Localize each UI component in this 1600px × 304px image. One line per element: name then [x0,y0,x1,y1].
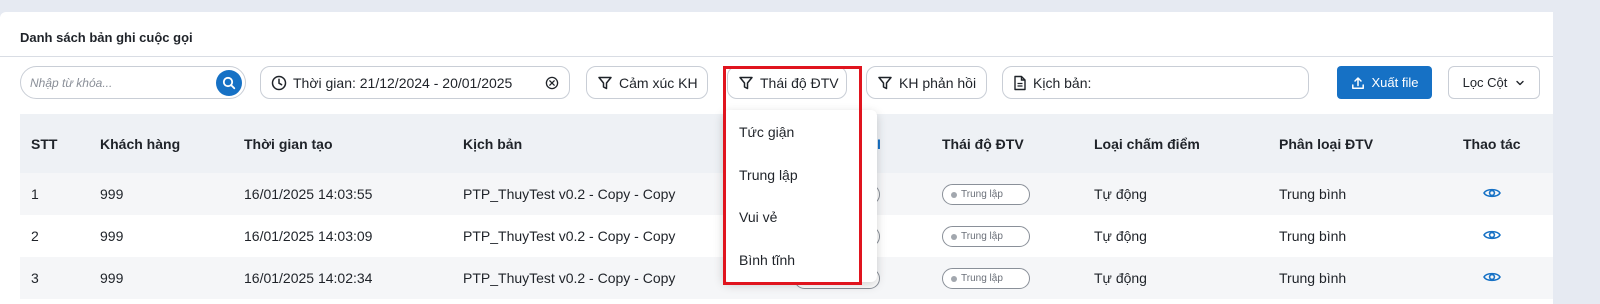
header-customer: Khách hàng [100,135,181,152]
cell-classification: Trung bình [1279,186,1347,202]
attitude-filter[interactable]: Thái độ ĐTV [727,66,847,99]
eye-icon[interactable] [1483,186,1501,200]
attitude-tag-label: Trung lập [961,273,1003,284]
attitude-tag: Trung lập [942,226,1030,247]
header-created: Thời gian tạo [244,135,333,152]
clock-icon [271,75,287,90]
cell-customer: 999 [100,270,124,286]
header-scoring: Loại chấm điểm [1094,135,1200,152]
time-filter-label: Thời gian: 21/12/2024 - 20/01/2025 [293,74,513,91]
cell-customer: 999 [100,228,124,244]
cell-script: PTP_ThuyTest v0.2 - Copy - Copy [463,228,676,244]
search-input[interactable] [30,74,200,92]
document-icon [1014,75,1026,90]
feedback-filter-label: KH phản hồi [899,74,977,91]
column-filter-label: Lọc Cột [1462,75,1508,90]
chevron-down-icon [1516,80,1525,85]
header-stt: STT [31,135,58,152]
attitude-tag-label: Trung lập [961,231,1003,242]
cell-script: PTP_ThuyTest v0.2 - Copy - Copy [463,186,676,202]
header-actions: Thao tác [1463,135,1521,152]
dropdown-option-angry[interactable]: Tức giận [739,124,794,140]
cell-stt: 3 [31,270,39,286]
attitude-tag-label: Trung lập [961,189,1003,200]
header-classification: Phân loại ĐTV [1279,135,1374,152]
status-dot [951,233,957,240]
clear-icon[interactable] [545,76,559,90]
export-file-label: Xuất file [1371,75,1419,90]
cell-classification: Trung bình [1279,270,1347,286]
dropdown-option-neutral[interactable]: Trung lập [739,167,798,183]
attitude-dropdown-menu: Tức giận Trung lập Vui vẻ Bình tĩnh [723,110,877,282]
cell-customer: 999 [100,186,124,202]
cell-stt: 2 [31,228,39,244]
export-file-button[interactable]: Xuất file [1337,66,1432,99]
search-box [20,66,246,99]
title-divider [0,56,1553,57]
search-button[interactable] [216,70,242,96]
eye-icon[interactable] [1483,270,1501,284]
filter-icon [598,76,612,89]
upload-icon [1351,76,1364,89]
cell-scoring: Tự động [1094,186,1147,202]
search-icon [222,76,236,90]
dropdown-option-happy[interactable]: Vui vẻ [739,209,777,225]
cell-script: PTP_ThuyTest v0.2 - Copy - Copy [463,270,676,286]
emotion-filter[interactable]: Cảm xúc KH [586,66,708,99]
emotion-filter-label: Cảm xúc KH [619,74,698,91]
status-dot [951,275,957,282]
eye-icon[interactable] [1483,228,1501,242]
header-script: Kịch bản [463,135,523,152]
header-emotion: I [877,135,881,152]
attitude-tag: Trung lập [942,184,1030,205]
attitude-tag: Trung lập [942,268,1030,289]
script-filter-label: Kịch bản: [1033,74,1092,91]
dropdown-option-calm[interactable]: Bình tĩnh [739,252,795,268]
cell-scoring: Tự động [1094,228,1147,244]
cell-scoring: Tự động [1094,270,1147,286]
filter-icon [739,76,753,89]
header-attitude: Thái độ ĐTV [942,135,1024,152]
feedback-filter[interactable]: KH phản hồi [866,66,987,99]
cell-stt: 1 [31,186,39,202]
cell-created: 16/01/2025 14:03:09 [244,228,373,244]
page-title: Danh sách bản ghi cuộc gọi [20,30,193,45]
column-filter-button[interactable]: Lọc Cột [1448,66,1540,99]
cell-created: 16/01/2025 14:03:55 [244,186,373,202]
attitude-filter-label: Thái độ ĐTV [760,74,839,91]
cell-created: 16/01/2025 14:02:34 [244,270,373,286]
time-filter[interactable]: Thời gian: 21/12/2024 - 20/01/2025 [260,66,570,99]
script-filter[interactable]: Kịch bản: [1002,66,1309,99]
filter-icon [878,76,892,89]
cell-classification: Trung bình [1279,228,1347,244]
status-dot [951,191,957,198]
